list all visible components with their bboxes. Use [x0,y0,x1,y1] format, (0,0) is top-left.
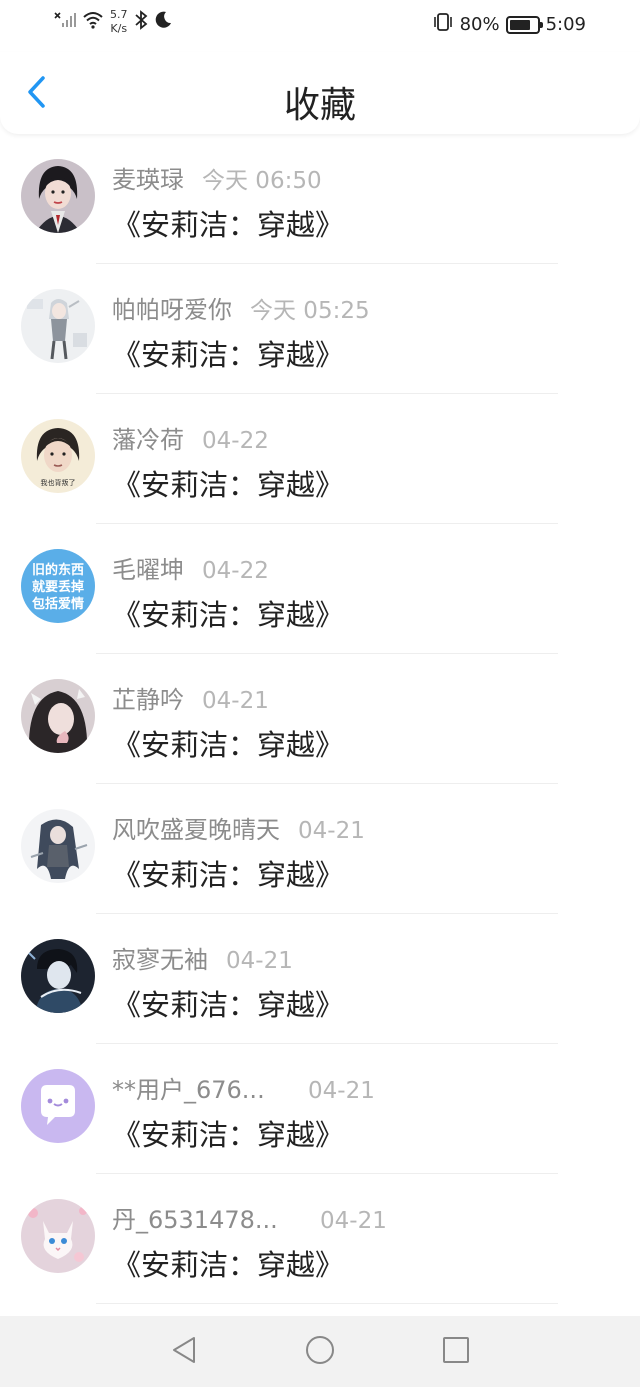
work-title[interactable]: 《安莉洁：穿越》 [112,592,344,634]
timestamp: 今天 06:50 [202,168,322,194]
avatar[interactable] [21,159,95,233]
status-left: 5.7 K/s [54,8,172,36]
nav-recents-button[interactable] [436,1332,476,1372]
list-item[interactable]: 芷静吟 04-21 《安莉洁：穿越》 [0,654,640,784]
list-item[interactable]: 我也背叛了 藩冷荷 04-22 《安莉洁：穿越》 [0,394,640,524]
avatar[interactable] [21,1199,95,1273]
timestamp: 04-21 [308,1078,375,1104]
username[interactable]: 寂寥无袖 [112,940,208,975]
username[interactable]: 风吹盛夏晚晴天 [112,810,280,845]
network-speed: 5.7 K/s [110,8,128,36]
battery-percent: 80% [459,14,500,35]
list-item[interactable]: **用户_676... 04-21 《安莉洁：穿越》 [0,1044,640,1174]
bluetooth-icon [134,10,148,34]
item-meta: 毛曜坤 04-22 [112,550,269,585]
username[interactable]: 藩冷荷 [112,420,184,455]
avatar[interactable] [21,939,95,1013]
clock: 5:09 [545,14,586,35]
work-title[interactable]: 《安莉洁：穿越》 [112,852,344,894]
item-meta: 藩冷荷 04-22 [112,420,269,455]
status-bar: 5.7 K/s 80% 5:09 [0,0,640,52]
list-item[interactable]: 丹_6531478... 04-21 《安莉洁：穿越》 [0,1174,640,1304]
work-title[interactable]: 《安莉洁：穿越》 [112,982,344,1024]
nav-home-button[interactable] [300,1332,340,1372]
username[interactable]: 麦瑛琭 [112,160,184,195]
work-title[interactable]: 《安莉洁：穿越》 [112,1112,344,1154]
avatar-caption: 我也背叛了 [41,478,76,487]
avatar[interactable] [21,809,95,883]
work-title[interactable]: 《安莉洁：穿越》 [112,202,344,244]
avatar[interactable]: 我也背叛了 [21,419,95,493]
item-meta: 风吹盛夏晚晴天 04-21 [112,810,365,845]
list-item[interactable]: 旧的东西 就要丢掉 包括爱情 毛曜坤 04-22 《安莉洁：穿越》 [0,524,640,654]
timestamp: 04-21 [298,818,365,844]
nav-back-button[interactable] [164,1332,204,1372]
battery-icon [505,15,543,34]
avatar[interactable] [21,679,95,753]
username[interactable]: 毛曜坤 [112,550,184,585]
item-meta: 芷静吟 04-21 [112,680,269,715]
timestamp: 04-21 [202,688,269,714]
favorites-list: 麦瑛琭 今天 06:50 《安莉洁：穿越》 帕帕呀爱你 今天 05:25 《安莉… [0,134,640,1304]
item-meta: 丹_6531478... 04-21 [112,1200,387,1235]
avatar[interactable]: 旧的东西 就要丢掉 包括爱情 [21,549,95,623]
username[interactable]: 芷静吟 [112,680,184,715]
list-item[interactable]: 麦瑛琭 今天 06:50 《安莉洁：穿越》 [0,134,640,264]
work-title[interactable]: 《安莉洁：穿越》 [112,1242,344,1284]
signal-off-icon [54,11,76,33]
timestamp: 04-22 [202,428,269,454]
timestamp: 04-21 [226,948,293,974]
moon-icon [154,11,172,33]
timestamp: 04-21 [320,1208,387,1234]
work-title[interactable]: 《安莉洁：穿越》 [112,722,344,764]
vibrate-icon [432,12,454,37]
recents-square-icon [441,1335,471,1369]
avatar-text-line: 包括爱情 [32,596,84,612]
avatar[interactable] [21,289,95,363]
header: 收藏 [0,52,640,134]
avatar-text-line: 旧的东西 [32,562,84,578]
battery-level [509,19,531,30]
work-title[interactable]: 《安莉洁：穿越》 [112,332,344,374]
speed-unit: K/s [110,22,128,35]
item-meta: 帕帕呀爱你 今天 05:25 [112,290,370,325]
list-item[interactable]: 寂寥无袖 04-21 《安莉洁：穿越》 [0,914,640,1044]
page-title: 收藏 [283,85,356,126]
username[interactable]: 丹_6531478... [112,1200,302,1235]
status-right: 80% 5:09 [432,12,586,37]
item-meta: **用户_676... 04-21 [112,1070,375,1105]
home-circle-icon [304,1334,336,1370]
timestamp: 今天 05:25 [250,298,370,324]
list-item[interactable]: 帕帕呀爱你 今天 05:25 《安莉洁：穿越》 [0,264,640,394]
divider [96,1303,558,1304]
item-meta: 麦瑛琭 今天 06:50 [112,160,322,195]
list-item[interactable]: 风吹盛夏晚晴天 04-21 《安莉洁：穿越》 [0,784,640,914]
username[interactable]: **用户_676... [112,1070,290,1105]
speed-value: 5.7 [110,8,128,21]
system-nav-bar [0,1316,640,1387]
work-title[interactable]: 《安莉洁：穿越》 [112,462,344,504]
timestamp: 04-22 [202,558,269,584]
item-meta: 寂寥无袖 04-21 [112,940,293,975]
username[interactable]: 帕帕呀爱你 [112,290,232,325]
wifi-icon [82,11,104,33]
avatar-text-line: 就要丢掉 [32,579,84,595]
back-triangle-icon [170,1335,198,1369]
avatar[interactable] [21,1069,95,1143]
